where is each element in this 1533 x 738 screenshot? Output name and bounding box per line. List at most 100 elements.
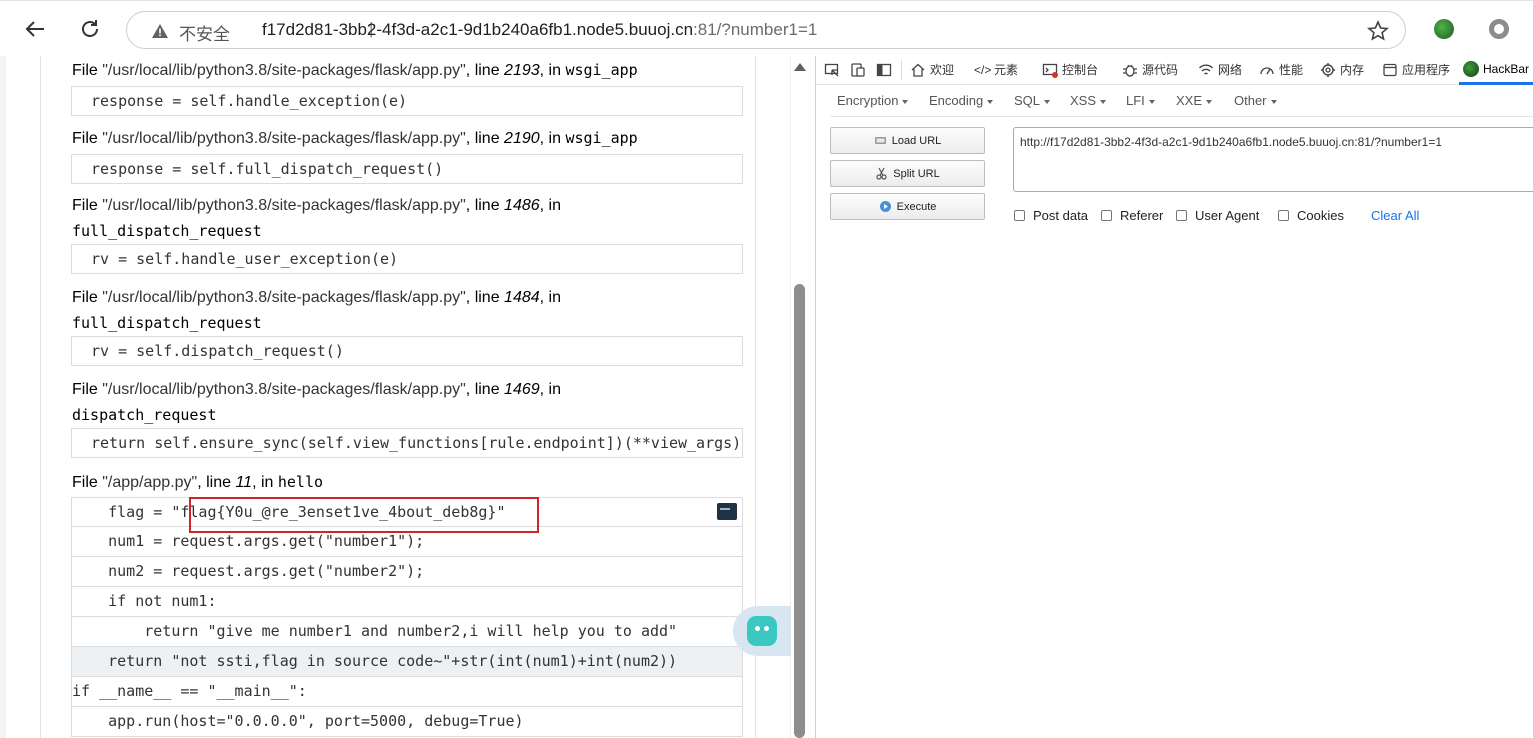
code-snippet[interactable]: return self.ensure_sync(self.view_functi… <box>71 428 743 458</box>
menu-other[interactable]: Other <box>1234 93 1277 108</box>
device-toolbar-icon[interactable] <box>850 62 866 78</box>
traceback-frame-header: File "/usr/local/lib/python3.8/site-pack… <box>72 381 561 399</box>
back-button[interactable] <box>19 13 51 45</box>
user-agent-checkbox[interactable]: User Agent <box>1176 208 1259 223</box>
tab-label: 网络 <box>1218 63 1243 77</box>
tab-console[interactable]: 控制台 <box>1042 61 1098 78</box>
load-url-icon <box>874 137 886 144</box>
line-number: 1469 <box>504 381 540 398</box>
floating-assistant-button[interactable] <box>733 606 791 656</box>
menu-label: Encryption <box>837 93 899 108</box>
source-line[interactable]: num2 = request.args.get("number2"); <box>71 557 743 587</box>
chevron-down-icon <box>1206 99 1213 104</box>
chevron-down-icon <box>1044 99 1051 104</box>
line-prefix: , line <box>465 381 505 398</box>
dock-side-icon[interactable] <box>876 62 892 78</box>
source-line[interactable]: app.run(host="0.0.0.0", port=5000, debug… <box>71 707 743 737</box>
checkbox-label: Referer <box>1120 208 1164 223</box>
function-name: full_dispatch_request <box>72 222 262 240</box>
referer-checkbox[interactable]: Referer <box>1101 208 1163 223</box>
tab-memory[interactable]: 内存 <box>1320 61 1364 78</box>
menu-encoding[interactable]: Encoding <box>929 93 994 108</box>
code-snippet[interactable]: response = self.full_dispatch_request() <box>71 154 743 184</box>
line-number: 1484 <box>504 289 540 306</box>
button-label: Split URL <box>893 167 940 180</box>
reload-button[interactable] <box>74 13 106 45</box>
in-prefix: , in <box>539 197 561 214</box>
menu-encryption[interactable]: Encryption <box>837 93 909 108</box>
scrollbar-thumb[interactable] <box>794 284 805 738</box>
page-content: File "/usr/local/lib/python3.8/site-pack… <box>0 56 812 738</box>
execute-button[interactable]: Execute <box>830 193 985 220</box>
tab-divider <box>901 60 902 80</box>
line-prefix: , line <box>197 474 236 491</box>
tab-label: HackBar <box>1483 62 1530 76</box>
line-prefix: , line <box>465 62 505 79</box>
menu-sql[interactable]: SQL <box>1014 93 1051 108</box>
profile-button[interactable] <box>1483 13 1515 45</box>
bug-icon <box>1123 64 1137 77</box>
file-path: "/usr/local/lib/python3.8/site-packages/… <box>102 130 466 147</box>
tab-network[interactable]: 网络 <box>1198 61 1242 78</box>
function-name: hello <box>277 473 324 491</box>
url-text[interactable]: f17d2d81-3bb2-4f3d-a2c1-9d1b240a6fb1.nod… <box>262 20 817 40</box>
profile-icon <box>1489 19 1509 39</box>
address-bar[interactable]: 不安全 | f17d2d81-3bb2-4f3d-a2c1-9d1b240a6f… <box>126 11 1406 49</box>
tab-label: 控制台 <box>1062 63 1099 77</box>
post-data-checkbox[interactable]: Post data <box>1014 208 1088 223</box>
menu-lfi[interactable]: LFI <box>1126 93 1155 108</box>
flag-highlight-box <box>189 497 539 533</box>
code-snippet[interactable]: rv = self.handle_user_exception(e) <box>71 244 743 274</box>
function-name: full_dispatch_request <box>72 314 262 332</box>
tab-application[interactable]: 应用程序 <box>1382 61 1450 78</box>
checkbox-label: Post data <box>1033 208 1088 223</box>
tab-sources[interactable]: 源代码 <box>1122 61 1178 78</box>
in-prefix: , in <box>539 381 561 398</box>
source-line[interactable]: return "give me number1 and number2,i wi… <box>71 617 743 647</box>
play-icon <box>879 201 891 212</box>
hackbar-menu-bar: Encryption Encoding SQL XSS LFI XXE Othe… <box>830 89 1533 117</box>
load-url-button[interactable]: Load URL <box>830 127 985 154</box>
checkbox-box[interactable] <box>1014 210 1025 221</box>
traceback-frame-header: File "/usr/local/lib/python3.8/site-pack… <box>72 61 638 80</box>
code-snippet[interactable]: rv = self.dispatch_request() <box>71 336 743 366</box>
checkbox-box[interactable] <box>1101 210 1112 221</box>
checkbox-box[interactable] <box>1176 210 1187 221</box>
menu-label: XXE <box>1176 93 1203 108</box>
code-snippet[interactable]: response = self.handle_exception(e) <box>71 86 743 116</box>
function-name: dispatch_request <box>72 406 217 424</box>
url-port-query: :81/?number1=1 <box>693 20 818 39</box>
inspect-element-icon[interactable] <box>824 62 840 78</box>
source-line[interactable]: if not num1: <box>71 587 743 617</box>
url-textarea[interactable]: http://f17d2d81-3bb2-4f3d-a2c1-9d1b240a6… <box>1013 127 1533 192</box>
checkbox-label: Cookies <box>1297 208 1344 223</box>
devtools-tab-bar: 欢迎 </> 元素 控制台 源代码 网络 性能 内存 应用程序 HackBar <box>816 56 1533 85</box>
chevron-down-icon <box>1148 99 1155 104</box>
tab-welcome[interactable]: 欢迎 <box>910 61 954 78</box>
menu-xxe[interactable]: XXE <box>1176 93 1213 108</box>
scroll-up-arrow-icon[interactable] <box>794 63 806 71</box>
file-prefix: File <box>72 62 103 79</box>
source-line-current[interactable]: return "not ssti,flag in source code~"+s… <box>71 647 743 677</box>
menu-xss[interactable]: XSS <box>1070 93 1107 108</box>
hackbar-logo-icon <box>1463 61 1479 77</box>
clear-all-link[interactable]: Clear All <box>1371 208 1419 223</box>
assistant-icon <box>747 616 777 646</box>
source-line[interactable]: if __name__ == "__main__": <box>71 677 743 707</box>
tab-elements[interactable]: </> 元素 <box>974 61 1018 78</box>
split-url-button[interactable]: Split URL <box>830 160 985 187</box>
console-icon[interactable] <box>717 503 737 520</box>
in-prefix: , in <box>252 474 278 491</box>
line-prefix: , line <box>465 130 505 147</box>
tab-hackbar[interactable]: HackBar <box>1463 61 1529 77</box>
tab-label: 内存 <box>1340 63 1365 77</box>
tab-performance[interactable]: 性能 <box>1259 61 1303 78</box>
checkbox-box[interactable] <box>1278 210 1289 221</box>
file-path: "/usr/local/lib/python3.8/site-packages/… <box>102 62 466 79</box>
cookies-checkbox[interactable]: Cookies <box>1278 208 1344 223</box>
extension-button[interactable] <box>1428 13 1460 45</box>
security-label[interactable]: 不安全 <box>179 20 230 45</box>
line-number: 11 <box>235 474 253 491</box>
chevron-down-icon <box>1100 99 1107 104</box>
bookmark-star-icon[interactable] <box>1367 20 1389 42</box>
